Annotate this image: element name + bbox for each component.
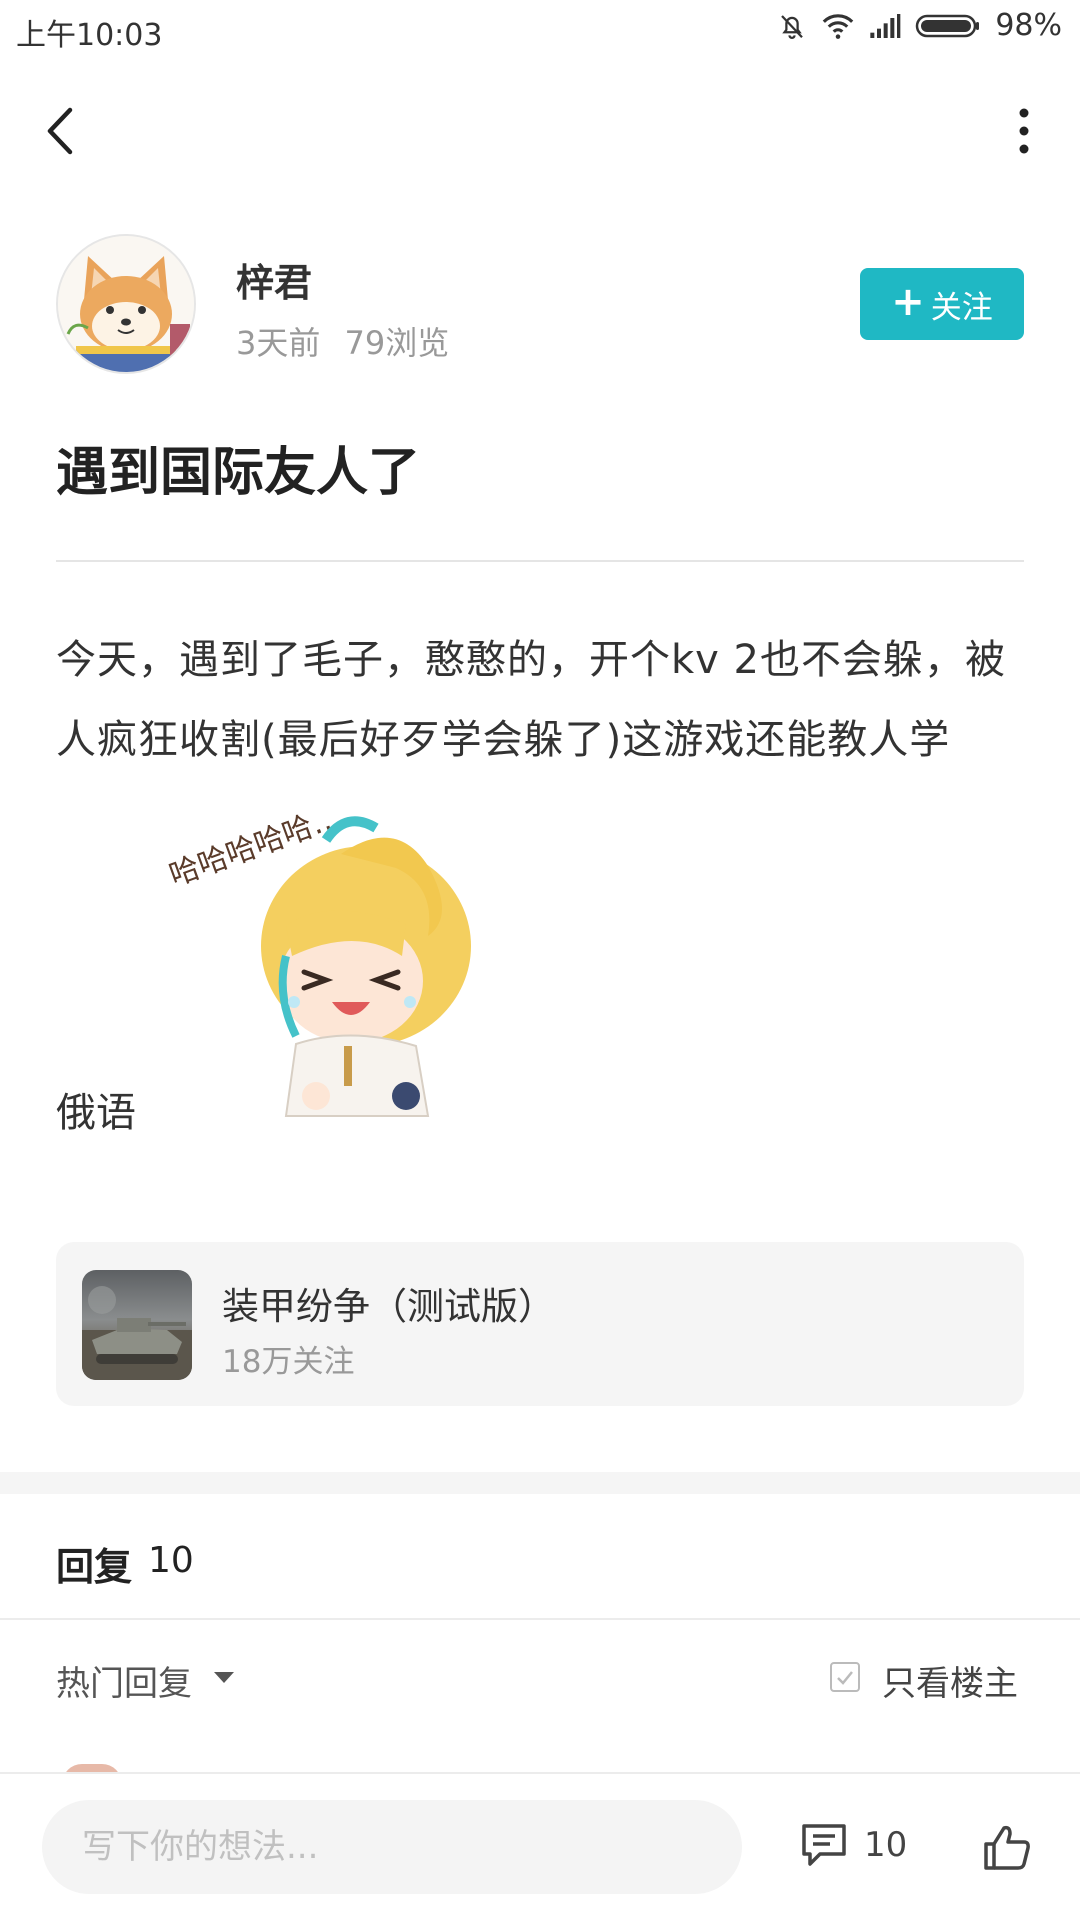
sticker-image: 哈哈哈哈哈…: [166, 806, 471, 1117]
back-arrow-icon[interactable]: [40, 104, 84, 158]
game-name: 装甲纷争（测试版）: [222, 1285, 555, 1328]
status-icons: 98%: [777, 8, 1062, 43]
check-icon: [837, 1671, 853, 1685]
status-time: 上午10:03: [16, 18, 163, 53]
post-meta: 3天前 79浏览: [236, 324, 450, 362]
follow-label: 关注: [930, 289, 993, 326]
only-op-checkbox[interactable]: [830, 1662, 860, 1692]
shiba-avatar-image: [58, 236, 194, 372]
thumbs-up-icon[interactable]: [982, 1822, 1032, 1872]
more-vertical-icon[interactable]: [1014, 104, 1034, 158]
game-followers: 18万关注: [222, 1344, 355, 1380]
battery-percent: 98%: [995, 8, 1062, 43]
signal-icon: [870, 13, 901, 38]
bell-off-icon: [781, 14, 804, 39]
comment-icon: [802, 1824, 846, 1866]
divider: [0, 1618, 1080, 1620]
game-thumbnail[interactable]: [82, 1270, 192, 1380]
battery-icon: [916, 14, 980, 37]
author-name[interactable]: 梓君: [236, 252, 312, 307]
plus-icon: +: [891, 279, 925, 325]
post-title: 遇到国际友人了: [56, 443, 421, 503]
only-op-label[interactable]: 只看楼主: [882, 1656, 1018, 1705]
divider: [56, 560, 1024, 562]
comment-button[interactable]: 10: [800, 1822, 907, 1868]
comment-input[interactable]: [42, 1800, 742, 1894]
caret-down-icon[interactable]: [214, 1672, 234, 1683]
replies-label: 回复: [56, 1545, 133, 1589]
wifi-icon: [823, 13, 854, 39]
section-separator: [0, 1472, 1080, 1494]
replies-count: 10: [148, 1540, 194, 1581]
tank-image: [82, 1286, 192, 1380]
follow-button[interactable]: + 关注: [860, 268, 1024, 340]
avatar[interactable]: [56, 234, 196, 374]
comment-count: 10: [864, 1825, 908, 1865]
post-body: 今天，遇到了毛子，憨憨的，开个kv 2也不会躲，被人疯狂收割(最后好歹学会躲了)…: [56, 637, 1006, 763]
post-body-tail: 俄语: [56, 1090, 136, 1136]
sort-dropdown[interactable]: 热门回复: [56, 1656, 192, 1705]
